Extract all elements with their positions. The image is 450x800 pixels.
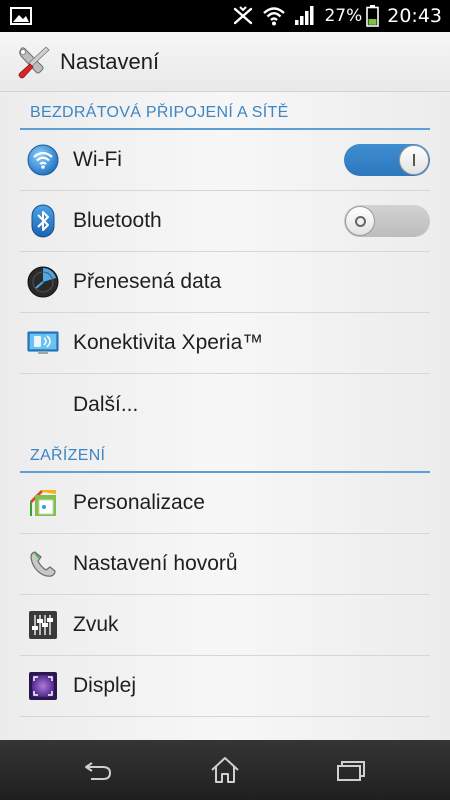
personalization-icon: [26, 486, 60, 520]
home-icon: [211, 757, 239, 783]
settings-item-more[interactable]: Další...: [20, 374, 430, 435]
settings-item-bluetooth[interactable]: Bluetooth: [20, 191, 430, 252]
settings-item-call-settings[interactable]: Nastavení hovorů: [20, 534, 430, 595]
navigation-bar: [0, 740, 450, 800]
section-header-device: ZAŘÍZENÍ: [20, 435, 430, 473]
status-left: [10, 7, 32, 25]
recent-apps-button[interactable]: [322, 745, 382, 795]
toggle-knob: [345, 206, 375, 236]
phone-icon: [26, 547, 60, 581]
settings-item-label: Personalizace: [73, 491, 205, 514]
back-icon: [85, 762, 112, 780]
toggle-knob: [399, 145, 429, 175]
home-button[interactable]: [195, 745, 255, 795]
battery-status: 27%: [324, 5, 380, 27]
bluetooth-toggle[interactable]: [344, 205, 430, 237]
xperia-connectivity-icon: [26, 326, 60, 360]
status-bar: 27% 20:43: [0, 0, 450, 32]
status-time: 20:43: [387, 5, 442, 27]
wifi-icon: [26, 143, 60, 177]
settings-item-label: Nastavení hovorů: [73, 552, 238, 575]
wifi-toggle[interactable]: [344, 144, 430, 176]
settings-item-xperia-connectivity[interactable]: Konektivita Xperia™: [20, 313, 430, 374]
settings-item-label: Zvuk: [73, 613, 119, 636]
settings-item-label: Další...: [73, 392, 139, 416]
display-icon: [26, 669, 60, 703]
action-bar: Nastavení: [0, 32, 450, 92]
settings-item-label: Konektivita Xperia™: [73, 331, 264, 354]
page-title: Nastavení: [60, 48, 160, 74]
settings-item-sound[interactable]: Zvuk: [20, 595, 430, 656]
section-header-wireless: BEZDRÁTOVÁ PŘIPOJENÍ A SÍTĚ: [20, 92, 430, 130]
bluetooth-icon: [26, 204, 60, 238]
nfc-icon: [234, 6, 253, 25]
data-usage-icon: [26, 265, 60, 299]
settings-item-display[interactable]: Displej: [20, 656, 430, 717]
settings-item-wifi[interactable]: Wi-Fi: [20, 130, 430, 191]
settings-item-data-usage[interactable]: Přenesená data: [20, 252, 430, 313]
settings-list: BEZDRÁTOVÁ PŘIPOJENÍ A SÍTĚ Wi-Fi Blueto…: [0, 92, 450, 740]
settings-item-personalization[interactable]: Personalizace: [20, 473, 430, 534]
image-notification-icon: [10, 7, 32, 25]
settings-item-label: Wi-Fi: [73, 148, 122, 171]
cell-signal-icon: [295, 6, 314, 25]
back-button[interactable]: [68, 745, 128, 795]
settings-item-label: Displej: [73, 674, 137, 697]
battery-percent: 27%: [324, 6, 363, 26]
recent-apps-icon: [336, 761, 365, 781]
settings-item-label: Bluetooth: [73, 209, 162, 232]
battery-icon: [366, 5, 380, 27]
settings-item-label: Přenesená data: [73, 270, 222, 293]
settings-tools-icon: [18, 45, 50, 78]
status-right: 27% 20:43: [232, 5, 442, 27]
sound-equalizer-icon: [26, 608, 60, 642]
wifi-signal-icon: [263, 7, 286, 26]
